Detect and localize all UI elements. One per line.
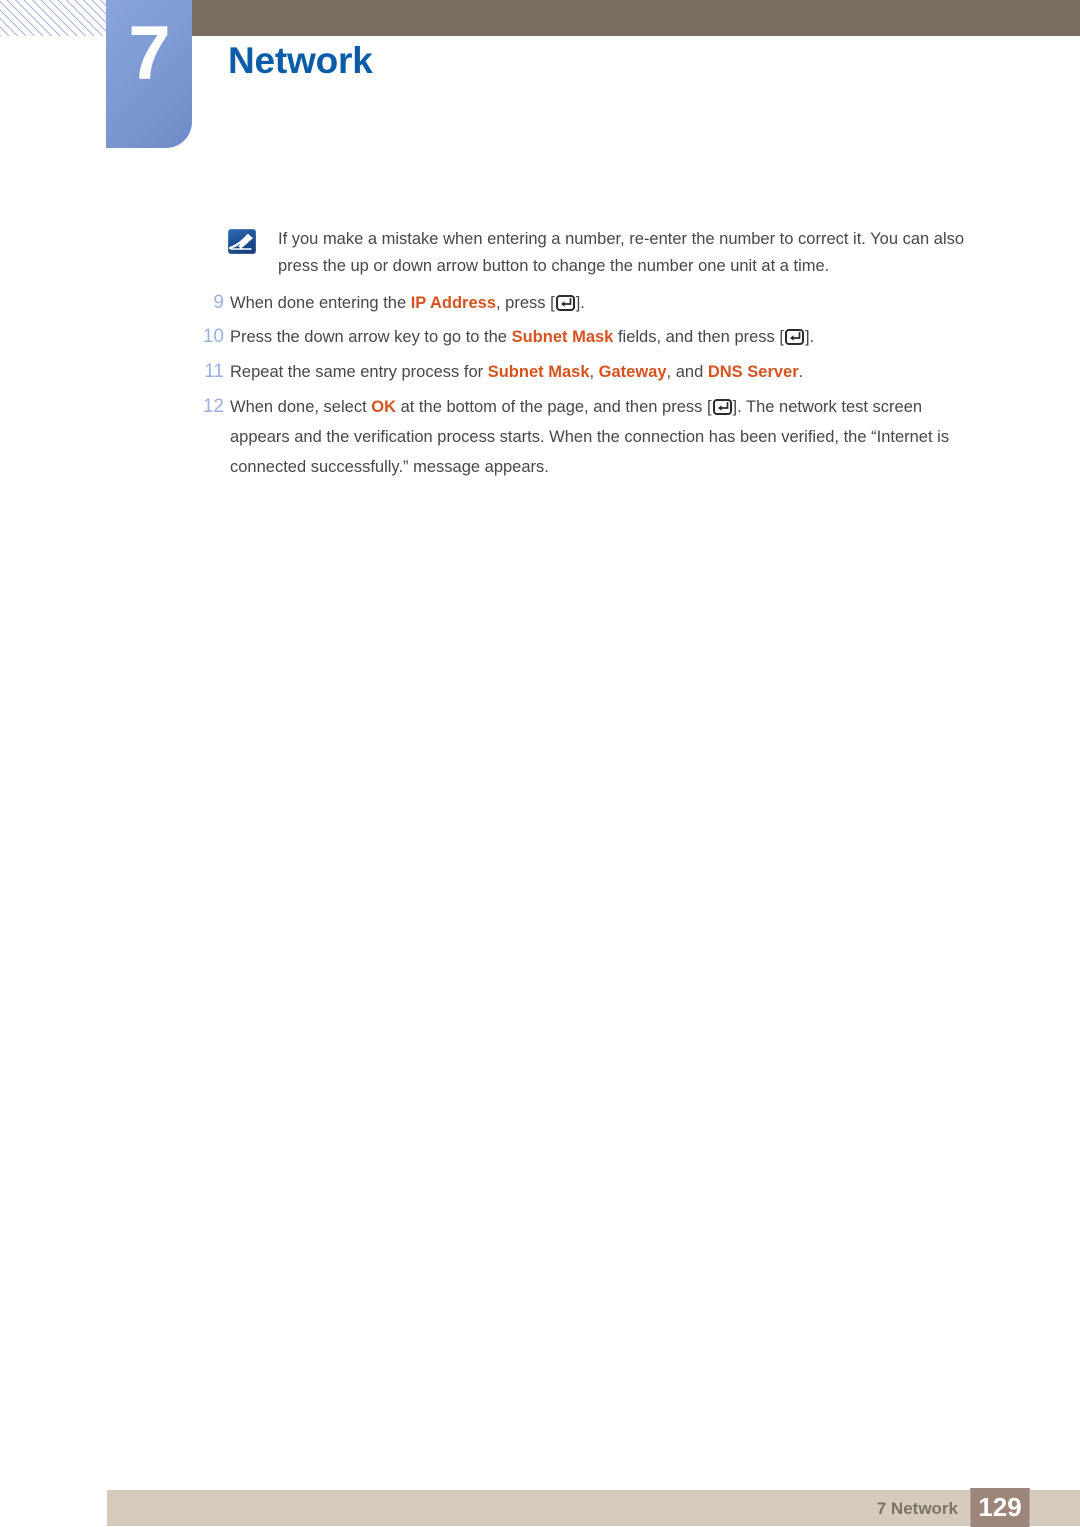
highlighted-term: IP Address bbox=[410, 294, 497, 312]
highlighted-term: Subnet Mask bbox=[487, 363, 590, 381]
step-number: 10 bbox=[202, 326, 224, 347]
step-line: Repeat the same entry process for Subnet… bbox=[230, 357, 1020, 387]
text-run: . bbox=[798, 363, 804, 381]
step-line: connected successfully.” message appears… bbox=[230, 452, 1020, 482]
text-run: Repeat the same entry process for bbox=[230, 363, 488, 381]
step-item: 10 Press the down arrow key to go to the … bbox=[190, 322, 1020, 352]
text-run: , and bbox=[666, 363, 708, 381]
step-line: appears and the verification process sta… bbox=[230, 422, 1020, 452]
enter-key-icon bbox=[784, 329, 804, 345]
text-run: ]. The network test screen bbox=[732, 398, 923, 416]
enter-key-icon bbox=[555, 295, 575, 311]
footer-page-box: 129 bbox=[970, 1488, 1030, 1527]
note-callout: If you make a mistake when entering a nu… bbox=[228, 226, 1008, 280]
note-line-1: If you make a mistake when entering a nu… bbox=[278, 230, 965, 248]
text-run: fields, and then press [ bbox=[613, 328, 784, 346]
step-line: When done entering the IP Address, press… bbox=[230, 288, 1020, 318]
note-text: If you make a mistake when entering a nu… bbox=[278, 226, 1008, 280]
step-line: When done, select OK at the bottom of th… bbox=[230, 392, 1020, 422]
step-number: 12 bbox=[202, 396, 224, 417]
text-run: When done entering the bbox=[230, 294, 411, 312]
note-line-2: press the up or down arrow button to cha… bbox=[278, 257, 830, 275]
text-run: connected successfully.” message appears… bbox=[230, 458, 549, 476]
step-line: Press the down arrow key to go to the Su… bbox=[230, 322, 1020, 352]
enter-key-icon bbox=[712, 399, 732, 415]
highlighted-term: DNS Server bbox=[707, 363, 799, 381]
text-run: , press [ bbox=[496, 294, 555, 312]
highlighted-term: Gateway bbox=[598, 363, 667, 381]
step-text: When done entering the IP Address, press… bbox=[230, 288, 1020, 318]
text-run: at the bottom of the page, and then pres… bbox=[396, 398, 712, 416]
step-number: 11 bbox=[204, 361, 224, 382]
step-text: Repeat the same entry process for Subnet… bbox=[230, 357, 1020, 387]
text-run: When done, select bbox=[230, 398, 372, 416]
text-run: appears and the verification process sta… bbox=[230, 428, 950, 446]
step-number: 9 bbox=[213, 292, 224, 313]
step-item: 9 When done entering the IP Address, pres… bbox=[190, 288, 1020, 318]
text-run: ]. bbox=[575, 294, 585, 312]
highlighted-term: Subnet Mask bbox=[511, 328, 614, 346]
step-text: When done, select OK at the bottom of th… bbox=[230, 392, 1020, 482]
step-item: 12 When done, select OK at the bottom of … bbox=[190, 392, 1020, 482]
note-pencil-icon bbox=[228, 229, 256, 254]
footer-page-number: 129 bbox=[978, 1492, 1022, 1522]
text-run: , bbox=[589, 363, 599, 381]
text-run: Press the down arrow key to go to the bbox=[230, 328, 512, 346]
step-text: Press the down arrow key to go to the Su… bbox=[230, 322, 1020, 352]
footer-chapter-label: 7 Network bbox=[876, 1499, 958, 1518]
page-content: If you make a mistake when entering a nu… bbox=[0, 0, 1080, 1527]
highlighted-term: OK bbox=[371, 398, 396, 416]
text-run: ]. bbox=[804, 328, 815, 346]
step-item: 11 Repeat the same entry process for Subn… bbox=[190, 357, 1020, 387]
